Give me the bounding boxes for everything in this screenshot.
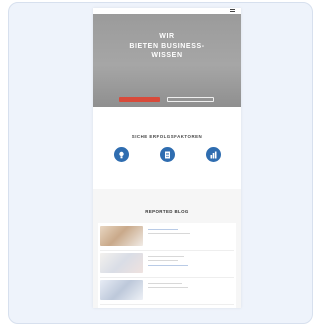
post-title-line: [148, 283, 182, 284]
features-title: SICHE ERFOLGSFAKTOREN: [131, 134, 203, 139]
hamburger-menu-icon[interactable]: [230, 9, 235, 13]
features-section: SICHE ERFOLGSFAKTOREN: [93, 107, 241, 189]
post-title-line: [148, 233, 190, 234]
post-title-line: [148, 256, 184, 257]
hero-buttons: [93, 97, 241, 102]
post-thumbnail[interactable]: [100, 226, 143, 246]
blog-post[interactable]: [100, 226, 234, 251]
hero-primary-button[interactable]: [119, 97, 160, 102]
blog-post[interactable]: [100, 253, 234, 278]
blog-section: REPORTED BLOG: [93, 189, 241, 308]
post-meta-line: [148, 229, 178, 230]
blog-title: REPORTED BLOG: [145, 209, 189, 214]
post-thumbnail[interactable]: [100, 280, 143, 300]
feature-item: [198, 147, 228, 166]
post-title-line: [148, 287, 188, 288]
blog-post-list: [98, 223, 236, 308]
hero-title: WIR BIETEN BUSINESS- WISSEN: [129, 33, 205, 59]
idea-icon: [113, 147, 129, 162]
post-title-line: [148, 260, 178, 261]
document-icon: [159, 147, 175, 162]
chart-icon: [205, 147, 221, 162]
feature-item: [152, 147, 182, 166]
website-preview[interactable]: WIR BIETEN BUSINESS- WISSEN SICHE ERFOLG…: [93, 8, 241, 308]
hero-subtitle: [93, 61, 241, 69]
hero-secondary-button[interactable]: [167, 97, 214, 102]
feature-item: [106, 147, 136, 166]
post-thumbnail[interactable]: [100, 253, 143, 273]
hero-section: WIR BIETEN BUSINESS- WISSEN: [93, 14, 241, 107]
blog-post[interactable]: [100, 280, 234, 305]
post-meta-line: [148, 265, 188, 266]
